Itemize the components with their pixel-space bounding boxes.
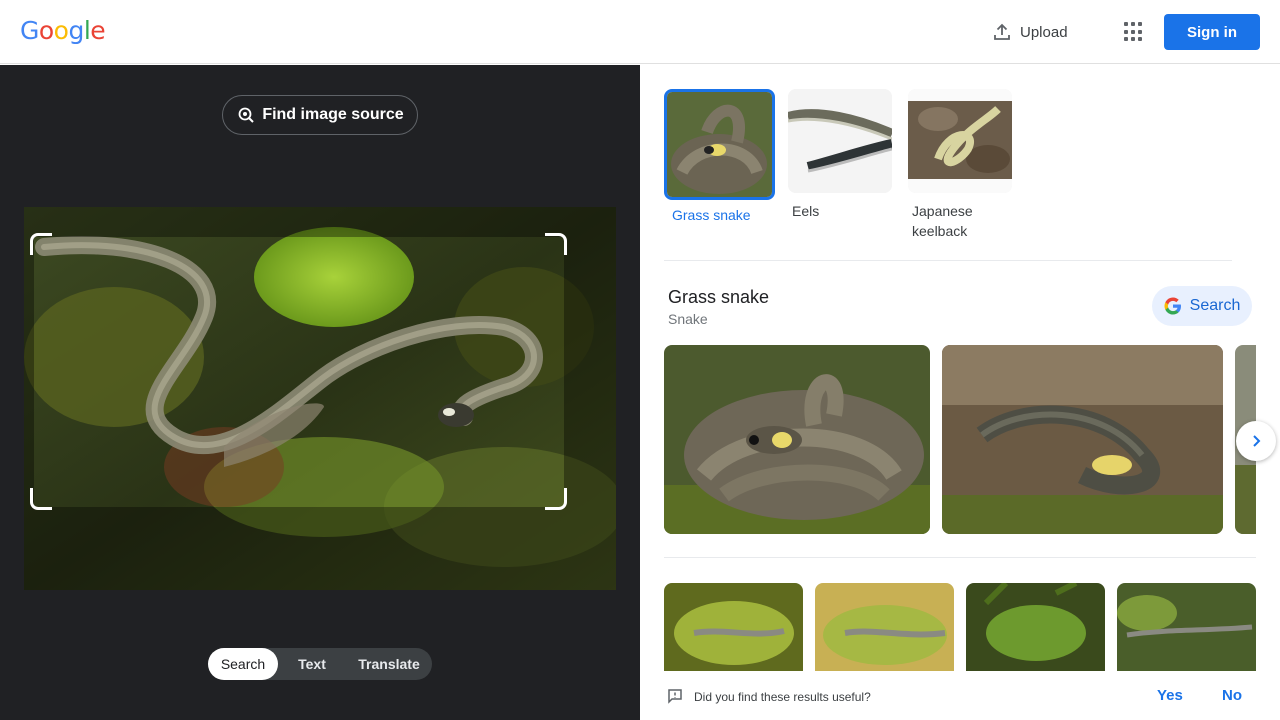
upload-label: Upload [1020,23,1068,41]
carousel-image[interactable] [664,345,930,534]
feedback-yes-button[interactable]: Yes [1157,687,1183,704]
match-chip-japanese-keelback[interactable]: Japanese keelback [908,89,1018,241]
tab-text[interactable]: Text [278,648,346,680]
feedback-no-button[interactable]: No [1222,687,1242,704]
results-panel: Grass snake Eels Japanese keelback Grass… [640,65,1280,720]
crop-handle-top-left[interactable] [30,233,52,255]
find-image-source-label: Find image source [262,106,404,123]
logo-letter: G [20,16,39,45]
visual-match-image[interactable] [664,583,803,671]
image-preview-panel: Find image source Search Text Translate [0,65,640,720]
divider [664,557,1256,558]
entity-image-carousel [664,345,1256,535]
feedback-bar: Did you find these results useful? Yes N… [640,671,1280,720]
match-chip-grass-snake[interactable]: Grass snake [664,89,775,225]
find-image-source-button[interactable]: Find image source [222,95,418,135]
lens-search-icon [238,107,255,123]
chevron-right-icon [1253,435,1261,447]
carousel-image[interactable] [942,345,1223,534]
match-thumbnail [788,89,892,193]
match-thumbnail [664,89,775,200]
crop-handle-bottom-right[interactable] [545,488,567,510]
visual-match-chips: Grass snake Eels Japanese keelback [664,89,1232,261]
crop-handle-bottom-left[interactable] [30,488,52,510]
feedback-question: Did you find these results useful? [694,690,871,704]
sign-in-button[interactable]: Sign in [1164,14,1260,50]
tab-translate[interactable]: Translate [346,648,432,680]
upload-button[interactable]: Upload [992,20,1068,44]
query-image[interactable] [24,207,616,590]
logo-letter: o [53,16,69,45]
mode-tabs: Search Text Translate [208,648,432,680]
match-label: Eels [792,203,820,219]
entity-subtitle: Snake [668,311,708,327]
logo-letter: e [90,16,106,45]
logo-letter: o [38,16,54,45]
match-thumbnail [908,89,1012,193]
google-logo[interactable]: Google [20,16,106,45]
google-g-icon [1164,297,1181,315]
google-search-label: Search [1189,297,1241,314]
apps-grid-icon[interactable] [1120,20,1144,44]
entity-title[interactable]: Grass snake [668,287,769,308]
feedback-icon [668,689,682,704]
visual-match-image[interactable] [815,583,954,671]
tab-search[interactable]: Search [208,648,278,680]
match-label: Japanese keelback [912,203,973,239]
crop-handle-top-right[interactable] [545,233,567,255]
top-bar: Google Upload Sign in [0,0,1280,64]
logo-letter: g [68,16,84,45]
google-search-button[interactable]: Search [1152,286,1252,326]
carousel-next-button[interactable] [1236,421,1276,461]
visual-match-image[interactable] [966,583,1105,671]
upload-icon [994,23,1010,40]
visual-match-image[interactable] [1117,583,1256,671]
match-label: Grass snake [672,207,751,223]
match-chip-eels[interactable]: Eels [788,89,898,221]
visual-matches-grid [664,583,1256,671]
